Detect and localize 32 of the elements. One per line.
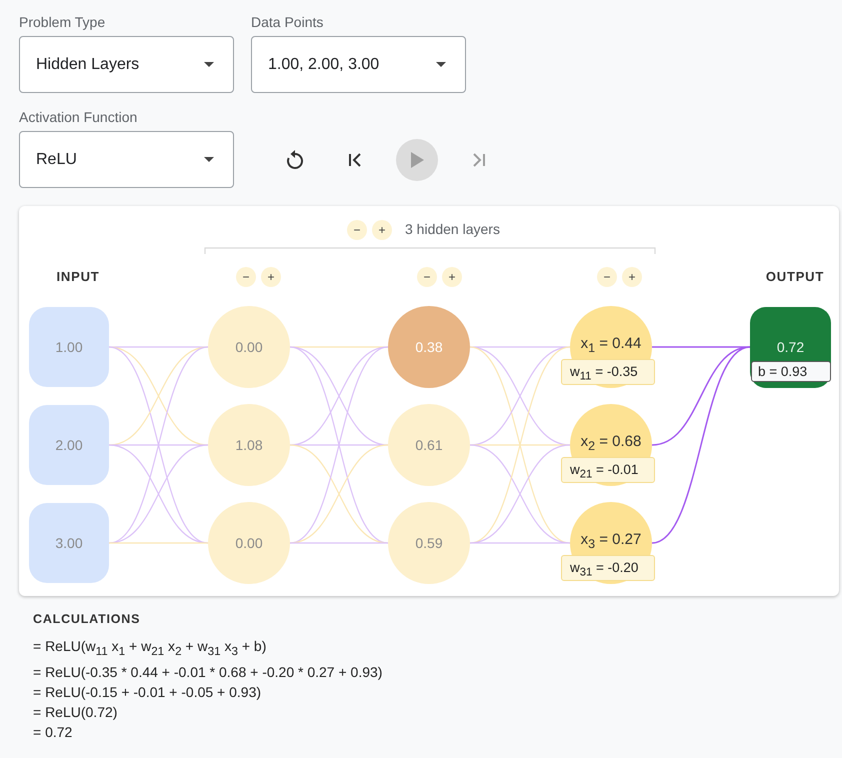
field-label: Activation Function: [19, 109, 138, 125]
field-label: Data Points: [251, 14, 324, 30]
dropdown[interactable]: ReLU: [19, 131, 234, 188]
add-neuron-button[interactable]: +: [442, 267, 462, 287]
add-neuron-button[interactable]: +: [261, 267, 281, 287]
remove-neuron-button[interactable]: −: [417, 267, 437, 287]
remove-neuron-button[interactable]: −: [236, 267, 256, 287]
caret-icon: [204, 157, 214, 162]
input-label: INPUT: [56, 269, 100, 284]
remove-layer-button[interactable]: −: [347, 220, 367, 240]
calculations-title: CALCULATIONS: [33, 612, 140, 626]
hidden-layers-count: 3 hidden layers: [405, 221, 500, 237]
output-label: OUTPUT: [764, 269, 826, 284]
calculation-line: = 0.72: [33, 722, 72, 742]
add-neuron-button[interactable]: +: [622, 267, 642, 287]
calculation-line: = ReLU(-0.35 * 0.44 + -0.01 * 0.68 + -0.20 * 0.27 + 0.93): [33, 662, 382, 682]
dropdown[interactable]: 1.00, 2.00, 3.00: [251, 36, 466, 93]
weight-label: w$_{11}$ = -0.35: [561, 359, 655, 385]
calculation-line: = ReLU(w$_{11}$ x$_{1}$ + w$_{21}$ x$_{2}$ + w$_{31}$ x$_{3}$ + b): [33, 637, 266, 660]
dropdown[interactable]: Hidden Layers: [19, 36, 234, 93]
play-icon: [410, 152, 424, 168]
weight-label: w$_{31}$ = -0.20: [561, 555, 655, 581]
field-label: Problem Type: [19, 14, 106, 30]
caret-icon: [436, 62, 446, 67]
remove-neuron-button[interactable]: −: [597, 267, 617, 287]
weight-label: w$_{21}$ = -0.01: [561, 457, 655, 483]
calculation-line: = ReLU(-0.15 + -0.01 + -0.05 + 0.93): [33, 682, 262, 702]
calculation-line: = ReLU(0.72): [33, 702, 118, 722]
bias-tooltip: b = 0.93: [751, 361, 831, 382]
reset-icon: [285, 150, 305, 170]
caret-icon: [204, 62, 214, 67]
add-layer-button[interactable]: +: [372, 220, 392, 240]
